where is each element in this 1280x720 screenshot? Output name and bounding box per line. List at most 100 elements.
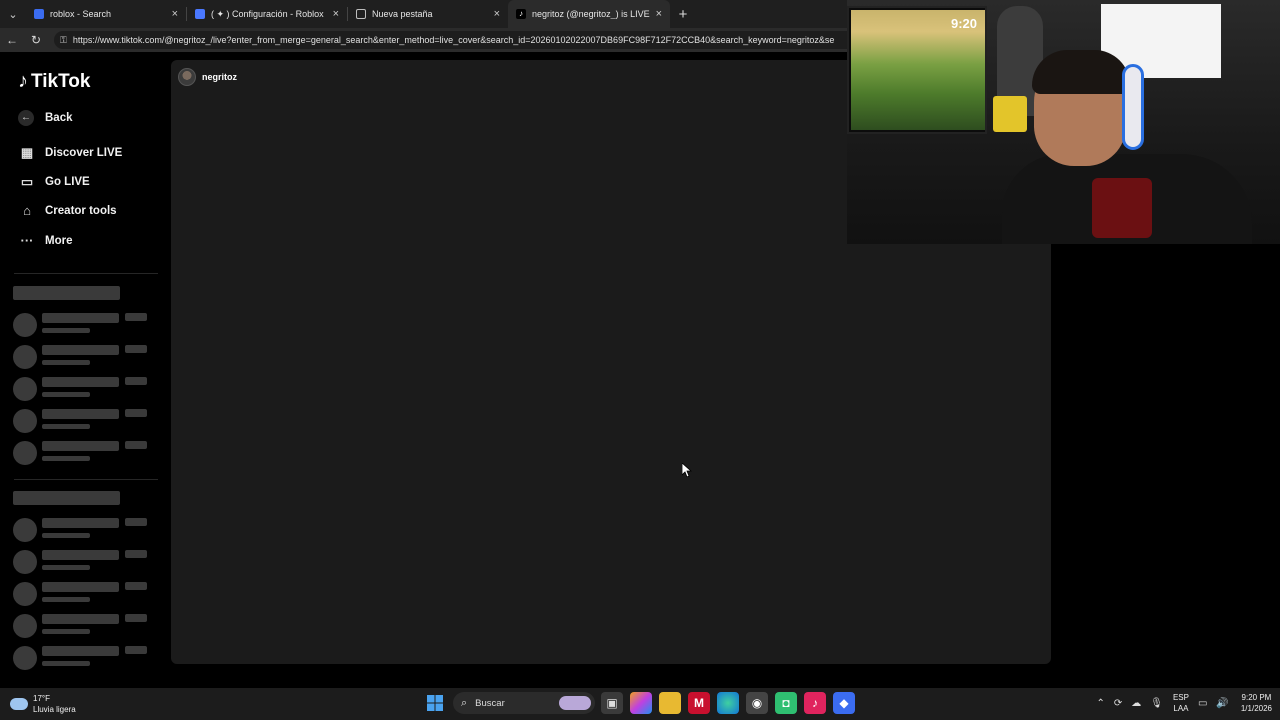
skeleton-avatar	[13, 409, 37, 433]
url-text: https://www.tiktok.com/@negritoz_/live?e…	[72, 35, 835, 45]
edge-icon[interactable]	[717, 692, 739, 714]
skeleton-avatar	[13, 582, 37, 606]
skeleton-line	[42, 424, 90, 429]
skeleton-line	[42, 597, 90, 602]
avatar[interactable]	[178, 68, 196, 86]
skeleton-line	[125, 441, 147, 449]
close-tab-icon[interactable]: ×	[172, 8, 178, 20]
skeleton-line	[125, 646, 147, 654]
cloud-rain-icon	[10, 698, 28, 710]
copilot-icon[interactable]	[630, 692, 652, 714]
volume-icon[interactable]: 🔊	[1216, 698, 1228, 709]
page-favicon-icon	[356, 9, 366, 19]
microphone-icon[interactable]: 🎙	[1150, 698, 1163, 709]
skeleton-line	[125, 582, 147, 590]
calendar-live-icon: ▦	[20, 145, 34, 160]
skeleton-line	[42, 518, 119, 528]
shirt-print	[1092, 178, 1152, 238]
weather-widget[interactable]: 17°F Lluvia ligera	[10, 693, 76, 715]
back-button[interactable]: ← Back	[18, 110, 73, 126]
taskbar: 17°F Lluvia ligera ⌕ Buscar ▣ M ◉ ◘ ♪ ◆ …	[0, 688, 1280, 720]
language-indicator[interactable]: ESP LAA	[1173, 692, 1189, 714]
close-tab-icon[interactable]: ×	[494, 8, 500, 20]
close-tab-icon[interactable]: ×	[656, 8, 662, 20]
skeleton-line	[42, 345, 119, 355]
tiktok-note-icon: ♪	[18, 70, 28, 92]
skeleton-avatar	[13, 441, 37, 465]
skeleton-line	[125, 409, 147, 417]
search-favicon-icon	[34, 9, 44, 19]
roblox-icon[interactable]: ◆	[833, 692, 855, 714]
headset-icon	[1122, 64, 1144, 150]
tab-roblox-config[interactable]: ( ✦ ) Configuración - Roblox ×	[187, 0, 347, 28]
clock[interactable]: 9:20 PM 1/1/2026	[1241, 692, 1272, 714]
video-camera-icon: ▭	[20, 174, 34, 189]
skeleton-line	[42, 328, 90, 333]
host-badge[interactable]: negritoz	[178, 68, 237, 86]
skeleton-line	[125, 345, 147, 353]
divider	[14, 479, 158, 480]
skeleton-line	[125, 377, 147, 385]
skeleton-avatar	[13, 377, 37, 401]
skeleton-line	[42, 582, 119, 592]
nav-discover-live[interactable]: ▦ Discover LIVE	[18, 145, 123, 161]
skeleton-line	[125, 313, 147, 321]
chevron-up-icon[interactable]: ⌃	[1096, 698, 1104, 709]
skeleton-line	[42, 614, 119, 624]
tiktok-favicon-icon: ♪	[516, 9, 526, 19]
skeleton-avatar	[13, 345, 37, 369]
tab-tiktok-live[interactable]: ♪ negritoz (@negritoz_) is LIVE - Tik ×	[508, 0, 670, 28]
nav-more[interactable]: ··· More	[18, 233, 73, 248]
skeleton-line	[125, 614, 147, 622]
skeleton-line	[42, 456, 90, 461]
tab-new[interactable]: Nueva pestaña ×	[348, 0, 508, 28]
display-icon[interactable]: ▭	[1198, 698, 1207, 709]
skeleton-line	[42, 441, 119, 451]
mcafee-icon[interactable]: M	[688, 692, 710, 714]
system-tray: ⌃ ⟳ ☁ 🎙 ESP LAA ▭ 🔊 9:20 PM 1/1/2026	[1087, 692, 1272, 714]
discord-icon[interactable]: ◘	[775, 692, 797, 714]
skeleton-heading	[13, 491, 120, 505]
site-info-icon[interactable]: ⚿	[60, 35, 67, 46]
reload-icon[interactable]: ↻	[24, 33, 48, 47]
skeleton-line	[42, 550, 119, 560]
skeleton-avatar	[13, 646, 37, 670]
back-arrow-icon[interactable]: ←	[0, 33, 24, 47]
webcam-overlay: 9:20	[847, 0, 1280, 244]
skeleton-line	[42, 629, 90, 634]
roblox-favicon-icon	[195, 9, 205, 19]
nav-go-live[interactable]: ▭ Go LIVE	[18, 174, 90, 190]
close-tab-icon[interactable]: ×	[333, 8, 339, 20]
search-icon: ⌕	[461, 696, 468, 709]
home-shield-icon: ⌂	[23, 203, 31, 218]
skeleton-avatar	[13, 550, 37, 574]
monitor-clock: 9:20	[951, 16, 978, 31]
taskbar-search[interactable]: ⌕ Buscar	[453, 692, 595, 714]
new-tab-button[interactable]: +	[670, 6, 696, 23]
start-icon[interactable]	[424, 692, 446, 714]
skeleton-line	[42, 646, 119, 656]
skeleton-avatar	[13, 614, 37, 638]
sync-icon[interactable]: ⟳	[1114, 698, 1122, 709]
tab-roblox-search[interactable]: roblox - Search ×	[26, 0, 186, 28]
skeleton-line	[125, 518, 147, 526]
tiktok-app-icon[interactable]: ♪	[804, 692, 826, 714]
skeleton-line	[42, 661, 90, 666]
skeleton-line	[42, 565, 90, 570]
skeleton-avatar	[13, 313, 37, 337]
tiktok-logo[interactable]: ♪ TikTok	[18, 70, 90, 93]
taskbar-apps: ⌕ Buscar ▣ M ◉ ◘ ♪ ◆	[424, 692, 862, 714]
skeleton-line	[42, 533, 90, 538]
app-icon[interactable]: ◉	[746, 692, 768, 714]
sidebar: ♪ TikTok ← Back ▦ Discover LIVE ▭ Go LIV…	[0, 52, 168, 688]
widget-icon[interactable]: ▣	[601, 692, 623, 714]
search-highlight-icon	[559, 696, 591, 710]
file-explorer-icon[interactable]	[659, 692, 681, 714]
skeleton-line	[42, 360, 90, 365]
tab-list-chevron-icon[interactable]: ⌄	[0, 0, 26, 28]
nav-creator-tools[interactable]: ⌂ Creator tools	[18, 203, 117, 218]
skeleton-line	[42, 377, 119, 387]
skeleton-heading	[13, 286, 120, 300]
cloud-icon[interactable]: ☁	[1131, 698, 1141, 709]
streamer-hair	[1032, 50, 1130, 94]
